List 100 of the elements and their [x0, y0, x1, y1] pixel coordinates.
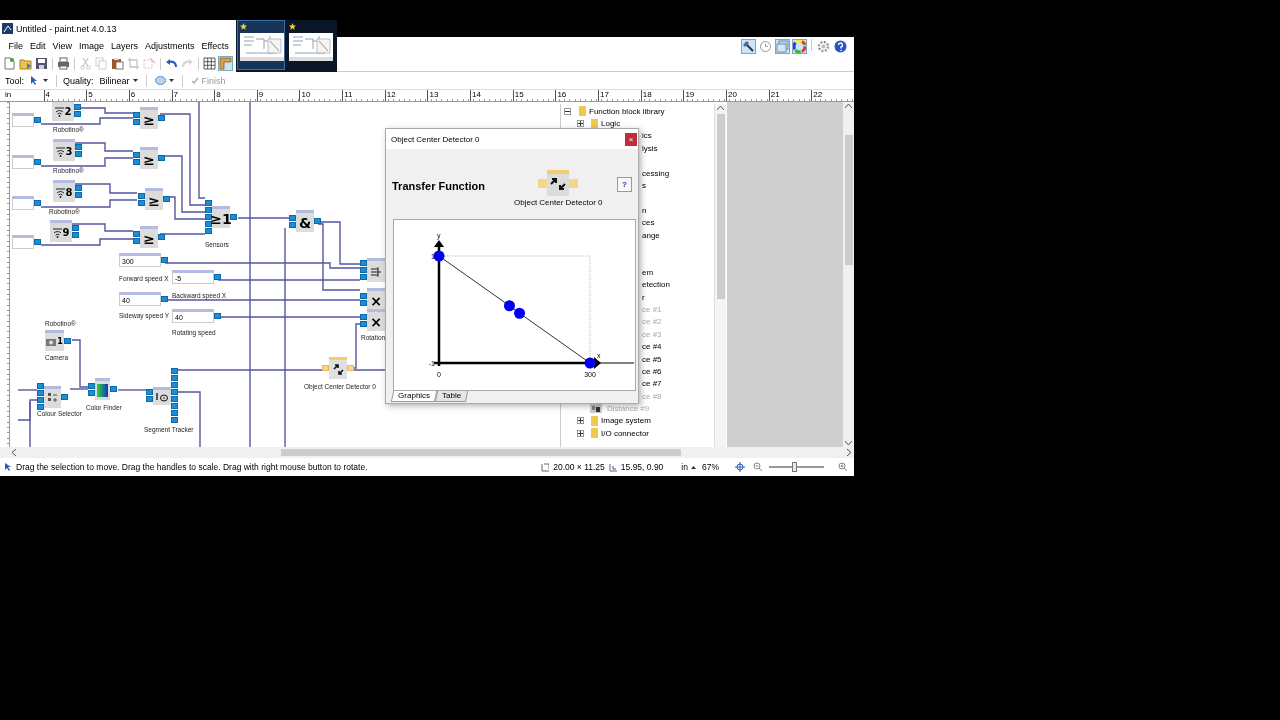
wire [74, 142, 134, 152]
image-tab[interactable] [237, 20, 285, 70]
ellipse-icon [154, 76, 166, 85]
zoom-fit-button[interactable] [733, 460, 747, 474]
ruler-number: 18 [640, 90, 684, 101]
printer-button[interactable] [56, 56, 71, 71]
caret-icon [691, 465, 696, 469]
wifi-icon [54, 106, 64, 117]
dialog-heading: Transfer Function [392, 180, 486, 192]
folder-icon [579, 106, 586, 117]
crop-icon [127, 57, 140, 70]
hammer-button[interactable] [741, 39, 756, 54]
grid-button[interactable] [202, 56, 217, 71]
menu-item[interactable]: Edit [26, 41, 49, 51]
menu-item[interactable]: View [49, 41, 76, 51]
sensor-number: 3 [65, 146, 73, 157]
ruler-number: 15 [512, 90, 556, 101]
tree-item[interactable]: r [642, 292, 645, 302]
data-point[interactable] [503, 300, 515, 312]
wifi-icon [55, 187, 65, 198]
tab[interactable]: Graphics [390, 391, 438, 402]
layers-icon [776, 40, 789, 53]
ruler-number: 19 [683, 90, 727, 101]
shape-dropdown[interactable] [152, 74, 176, 87]
menu-item[interactable]: File [5, 41, 27, 51]
or-node[interactable]: ≥1 [205, 200, 237, 234]
caret-icon [132, 79, 138, 82]
tree-item[interactable]: lysis [642, 143, 658, 153]
detector-node[interactable] [322, 357, 354, 379]
constant-node[interactable] [12, 196, 41, 210]
tree-item[interactable]: ics [642, 131, 652, 141]
mux-node[interactable] [360, 258, 385, 282]
tree-item[interactable]: em [642, 267, 654, 277]
settings-icon [817, 40, 830, 53]
wire [17, 389, 38, 391]
wifi-icon [55, 146, 65, 157]
tree-item[interactable]: ange [642, 230, 660, 240]
sensor-number: 8 [65, 187, 73, 198]
zoom-slider[interactable] [769, 462, 824, 472]
menu-item[interactable]: Layers [107, 41, 142, 51]
folder-icon [591, 415, 598, 426]
ruler-icon [219, 57, 232, 70]
quality-dropdown[interactable]: Bilinear [97, 74, 140, 87]
caret-icon [43, 79, 48, 82]
tree-item[interactable]: ces [642, 218, 655, 228]
color-finder-node[interactable] [88, 378, 117, 400]
save-button[interactable] [34, 56, 49, 71]
cursor-position: 15.95, 0.90 [620, 462, 664, 472]
close-button[interactable]: × [625, 132, 637, 146]
ruler-number: 6 [128, 90, 172, 101]
tool-label: Tool: [5, 75, 24, 86]
vertical-scrollbar[interactable] [843, 102, 854, 447]
zoom-in-button[interactable] [836, 460, 850, 474]
tree-item[interactable]: n [642, 205, 647, 215]
tree-item[interactable]: Function block library [589, 106, 665, 116]
status-text: Drag the selection to move. Drag the handles to scale. Drag with right mouse button to rotate. [16, 462, 368, 472]
tracker-node[interactable] [146, 368, 178, 423]
ruler-number: 16 [555, 90, 599, 101]
tree-item[interactable]: s [642, 181, 646, 191]
data-point[interactable] [433, 250, 445, 262]
tree-item[interactable]: ce #4 [642, 342, 662, 352]
tool-dropdown[interactable] [28, 74, 50, 87]
paste-button[interactable] [110, 56, 125, 71]
tree-item[interactable]: ce #6 [642, 366, 662, 376]
wire [159, 233, 206, 235]
folder-button[interactable] [18, 56, 33, 71]
units-dropdown[interactable]: in [679, 460, 698, 474]
ruler-number: 21 [768, 90, 812, 101]
quality-label: Quality: [63, 75, 94, 86]
data-point[interactable] [514, 307, 526, 319]
menu-item[interactable]: Image [75, 41, 108, 51]
star-icon [289, 23, 296, 30]
colour-selector-node[interactable] [37, 383, 68, 410]
wifi-icon [52, 227, 62, 238]
menu-item[interactable]: Effects [197, 41, 233, 51]
ruler-number: 5 [86, 90, 129, 101]
color-wheel-button[interactable] [792, 39, 807, 54]
new-file-button[interactable] [2, 56, 17, 71]
tree-item[interactable]: etection [642, 280, 671, 290]
menu-item[interactable]: Adjustments [141, 41, 198, 51]
help-button[interactable] [833, 39, 848, 54]
constant-node[interactable] [12, 155, 41, 169]
constant-node[interactable] [12, 113, 41, 127]
data-point[interactable] [584, 357, 596, 369]
tree-item[interactable]: ce #5 [642, 354, 662, 364]
zoom-out-button[interactable] [751, 460, 765, 474]
tree-scrollbar[interactable] [714, 104, 726, 447]
tree-item[interactable]: I/O connector [601, 428, 650, 438]
tree-item[interactable]: cessing [642, 168, 670, 178]
constant-node[interactable] [12, 235, 41, 249]
folder-icon [19, 57, 32, 70]
image-size-icon [541, 462, 550, 472]
tree-item[interactable]: Image system [601, 416, 651, 426]
tab[interactable]: Table [434, 391, 469, 402]
tree-item[interactable]: ce #7 [642, 379, 662, 389]
tree-item[interactable]: Logic [601, 119, 621, 129]
settings-button[interactable] [816, 39, 831, 54]
ruler-button[interactable] [218, 56, 233, 71]
ruler-number: 12 [384, 90, 428, 101]
help-button[interactable]: ? [617, 177, 632, 192]
